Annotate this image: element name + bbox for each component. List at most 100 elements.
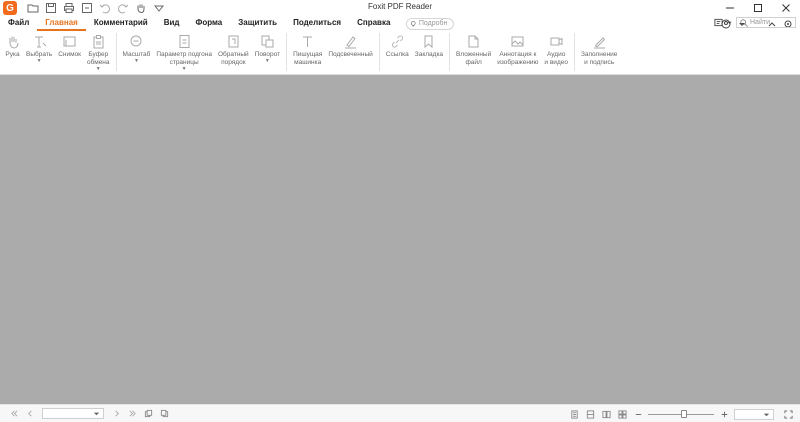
search-placeholder: Найти (750, 19, 770, 26)
ribbon-button-label: Обратный порядок (217, 51, 249, 66)
zoom-in-icon[interactable] (718, 408, 730, 420)
typewriter-button[interactable]: Пишущая машинка (290, 31, 325, 73)
title-bar: G Foxit PDF Reader (0, 0, 800, 16)
attachment-button[interactable]: Вложенный файл (453, 31, 494, 73)
link-icon (391, 35, 403, 48)
window-controls (716, 0, 800, 16)
highlight-icon (345, 36, 357, 49)
last-page-icon[interactable] (126, 408, 138, 420)
lightbulb-icon (411, 20, 416, 26)
zoom-icon (130, 35, 142, 47)
zoom-level-input[interactable] (734, 408, 774, 420)
reverse-order-button[interactable]: Обратный порядок (215, 31, 252, 73)
menu-item[interactable]: Форма (187, 16, 230, 31)
ribbon-button-label: Снимок (58, 51, 82, 58)
bookmark-button[interactable]: Закладка (412, 31, 446, 73)
dropdown-caret-icon[interactable]: ▼ (37, 59, 42, 64)
fill-sign-icon (593, 37, 605, 49)
previous-page-icon[interactable] (24, 408, 36, 420)
view-controls (568, 405, 794, 422)
ribbon-button-label: Буфер обмена (87, 51, 110, 66)
fill-sign-button[interactable]: Заполнение и подпись (578, 31, 620, 73)
menu-bar: Файл Главная Комментарий Вид Форма Защитить По… (0, 16, 800, 31)
hand-tool-icon[interactable] (133, 0, 149, 16)
menu-item[interactable]: Защитить (230, 16, 285, 31)
menu-item[interactable]: Поделиться (285, 16, 349, 31)
print-icon[interactable] (61, 0, 77, 16)
first-page-icon[interactable] (8, 408, 20, 420)
select-text-button[interactable]: Выбрать ▼ (23, 31, 55, 73)
save-icon[interactable] (43, 0, 59, 16)
image-annotation-button[interactable]: Аннотация к изображению (494, 31, 541, 73)
facing-view-icon[interactable] (600, 408, 612, 420)
continuous-view-icon[interactable] (584, 408, 596, 420)
foxit-logo-icon[interactable]: G (3, 1, 17, 15)
ribbon-button-label: Пишущая машинка (293, 51, 323, 66)
zoom-slider-handle[interactable] (681, 410, 687, 418)
maximize-icon[interactable] (744, 0, 772, 16)
ribbon-button-label: Рука (5, 51, 20, 58)
menu-item[interactable]: Справка (349, 16, 398, 31)
snapshot-icon (63, 36, 76, 47)
typewriter-icon (303, 36, 313, 47)
fit-page-button[interactable]: Параметр подгона страницы ▼ (153, 31, 215, 73)
ribbon-button-label: Подсвеченный (328, 51, 373, 58)
document-viewport[interactable] (0, 75, 800, 404)
select-text-icon (34, 36, 46, 48)
ribbon-button-label: Аннотация к изображению (497, 51, 539, 66)
menu-item[interactable]: Файл (0, 16, 37, 31)
close-icon[interactable] (772, 0, 800, 16)
zoom-button[interactable]: Масштаб ▼ (120, 31, 154, 73)
zoom-slider[interactable] (648, 409, 714, 419)
search-options-icon[interactable] (714, 18, 723, 27)
customize-icon[interactable] (151, 0, 167, 16)
clipboard-button[interactable]: Буфер обмена ▼ (84, 31, 112, 73)
redo-icon[interactable] (115, 0, 131, 16)
tell-me-box[interactable]: Подробн (406, 17, 455, 30)
dropdown-caret-icon[interactable]: ▼ (265, 59, 270, 64)
rotate-icon (261, 35, 274, 48)
highlight-button[interactable]: Подсвеченный (325, 31, 375, 73)
menu-item[interactable]: Вид (156, 16, 188, 31)
reverse-order-icon (228, 35, 239, 48)
dropdown-caret-icon[interactable]: ▼ (96, 67, 101, 72)
ribbon-button-label: Закладка (414, 51, 444, 58)
attachment-icon (468, 35, 479, 48)
audio-video-button[interactable]: Аудио и видео (541, 31, 571, 73)
chevron-down-icon[interactable] (762, 410, 771, 419)
search-input[interactable]: Найти (736, 17, 796, 28)
previous-view-icon[interactable] (142, 408, 154, 420)
tell-me-label: Подробн (418, 20, 448, 27)
ribbon-separator (286, 33, 288, 71)
rotate-button[interactable]: Поворот ▼ (252, 31, 283, 73)
status-bar (0, 404, 800, 422)
minimize-icon[interactable] (716, 0, 744, 16)
menu-item[interactable]: Комментарий (86, 16, 156, 31)
hand-icon (9, 36, 19, 49)
link-button[interactable]: Ссылка (383, 31, 412, 73)
open-icon[interactable] (25, 0, 41, 16)
ribbon-separator (378, 33, 380, 71)
single-page-view-icon[interactable] (568, 408, 580, 420)
dropdown-caret-icon[interactable]: ▼ (134, 59, 139, 64)
page-setup-icon[interactable] (79, 0, 95, 16)
fit-page-icon (179, 35, 190, 48)
bookmark-icon (424, 35, 433, 49)
ribbon-button-label: Ссылка (385, 51, 409, 58)
undo-icon[interactable] (97, 0, 113, 16)
next-view-icon[interactable] (158, 408, 170, 420)
dropdown-caret-icon[interactable]: ▼ (182, 67, 187, 72)
search-icon (740, 18, 748, 27)
image-annotation-icon (511, 36, 524, 47)
chevron-down-icon[interactable] (726, 19, 733, 26)
fullscreen-icon[interactable] (782, 408, 794, 420)
chevron-down-icon[interactable] (92, 409, 101, 418)
continuous-facing-view-icon[interactable] (616, 408, 628, 420)
menu-item[interactable]: Главная (37, 16, 86, 31)
snapshot-button[interactable]: Снимок (55, 31, 84, 73)
hand-button[interactable]: Рука (2, 31, 23, 73)
zoom-out-icon[interactable] (632, 408, 644, 420)
ribbon-separator (573, 33, 575, 71)
page-number-input[interactable] (42, 408, 104, 419)
next-page-icon[interactable] (110, 408, 122, 420)
